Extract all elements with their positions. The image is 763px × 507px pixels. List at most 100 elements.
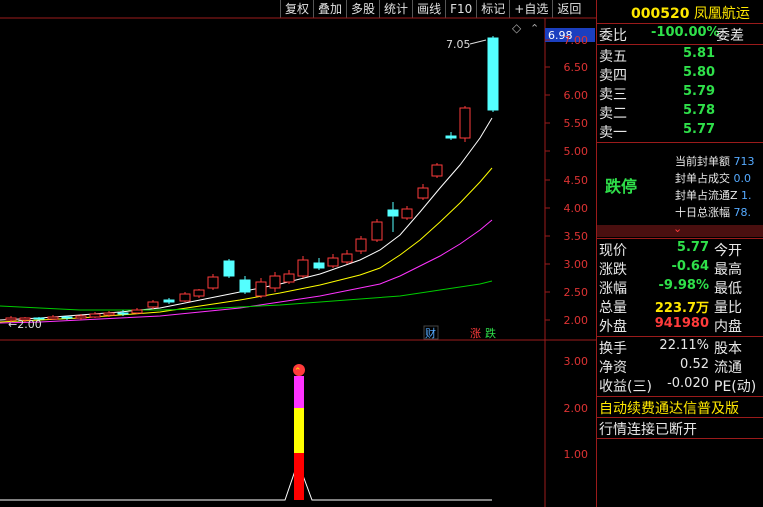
candle-body[interactable]: [283, 273, 295, 283]
notice-subscription[interactable]: 自动续费通达信普及版: [599, 398, 739, 418]
candle-body[interactable]: [313, 262, 325, 269]
candle-body[interactable]: [459, 107, 471, 139]
ask-label: 卖一: [599, 125, 627, 141]
ask-price: 5.81: [683, 46, 716, 61]
weibi-value: -100.00%: [651, 25, 720, 40]
candle-body[interactable]: [207, 276, 219, 289]
stat-label-right: 最高: [714, 262, 742, 278]
divider: [597, 238, 763, 239]
high-pointer: [469, 39, 487, 45]
stat-label: 现价: [599, 243, 627, 259]
limit-info-value: 78.: [733, 206, 752, 219]
candle-body[interactable]: [417, 187, 429, 199]
candle-body[interactable]: [131, 309, 143, 314]
candle-body[interactable]: [163, 299, 175, 303]
stat-label-right: 今开: [714, 243, 742, 259]
stat-row: 外盘: [599, 316, 627, 336]
price-tick-label: 2.00: [564, 314, 589, 327]
candle-body[interactable]: [355, 238, 367, 252]
stat-label-right: 内盘: [714, 319, 742, 335]
candle-body[interactable]: [193, 289, 205, 297]
fund-label-right: 股本: [714, 341, 742, 357]
fund-row: 净资: [599, 357, 627, 377]
limit-info-value: 1.: [741, 189, 752, 202]
stat-value: -9.98%: [658, 278, 710, 293]
limit-info-value: 0.0: [733, 172, 752, 185]
candle-body[interactable]: [371, 221, 383, 241]
fund-label: 净资: [599, 360, 627, 376]
price-tick-label: 3.50: [564, 230, 589, 243]
ask-label: 卖四: [599, 68, 627, 84]
limit-info-label: 封单占流通Z: [675, 189, 738, 202]
price-tick-label: 2.50: [564, 286, 589, 299]
rise-marker-text[interactable]: 涨: [470, 327, 481, 340]
divider: [597, 417, 763, 418]
stat-row: 涨跌: [599, 259, 627, 279]
candle-body[interactable]: [75, 315, 87, 319]
fund-value: -0.020: [667, 376, 709, 391]
candle-body[interactable]: [255, 281, 267, 297]
price-tick-label: 6.50: [564, 61, 589, 74]
limit-info-row: 封单占成交 0.0: [675, 170, 751, 186]
candle-body[interactable]: [387, 209, 399, 217]
fund-value: 22.11%: [659, 338, 709, 353]
chevron-up-icon[interactable]: ⌃: [530, 22, 539, 35]
limit-info-row: 封单占流通Z 1.: [675, 187, 752, 203]
chevron-down-icon[interactable]: ⌄: [673, 222, 682, 235]
indicator-bar-red: [294, 453, 304, 500]
candle-body[interactable]: [445, 135, 457, 139]
ma-line-magenta: [0, 219, 493, 324]
candle-body[interactable]: [269, 275, 281, 289]
divider: [597, 23, 763, 24]
stat-value: 941980: [654, 316, 709, 331]
fund-label-right: 流通: [714, 360, 742, 376]
ask-row: 卖四: [599, 65, 627, 85]
candle-body[interactable]: [61, 316, 73, 319]
candle-body[interactable]: [103, 312, 115, 316]
candlesticks: [5, 36, 499, 322]
candle-body[interactable]: [431, 164, 443, 177]
weibi-label: 委比: [599, 28, 627, 44]
diamond-icon[interactable]: ◇: [512, 21, 522, 35]
fund-row: 换手: [599, 338, 627, 358]
limit-info-row: 十日总涨幅 78.: [675, 204, 751, 220]
indicator-tick-label: 2.00: [564, 402, 589, 415]
kline-chart[interactable]: 6.98 ◇ ⌃ 7.006.506.005.505.004.504.003.5…: [0, 0, 596, 507]
candle-body[interactable]: [239, 279, 251, 293]
fall-marker-text[interactable]: 跌: [485, 326, 496, 340]
high-price-label: 7.05: [446, 38, 471, 51]
candle-body[interactable]: [341, 253, 353, 263]
low-price-label: ←2.00: [8, 318, 42, 331]
candle-body[interactable]: [117, 312, 129, 315]
candle-body[interactable]: [297, 259, 309, 277]
candle-body[interactable]: [47, 316, 59, 320]
candle-body[interactable]: [179, 293, 191, 302]
stat-row: 现价: [599, 240, 627, 260]
notice-connection: 行情连接已断开: [599, 422, 697, 438]
expand-bar[interactable]: ⌄: [597, 222, 763, 237]
fund-value: 0.52: [680, 357, 709, 372]
candle-body[interactable]: [89, 313, 101, 318]
fund-label-right: PE(动): [714, 379, 757, 395]
indicator-bar-magenta: [294, 376, 304, 408]
candle-body[interactable]: [147, 301, 159, 308]
ask-row: 卖三: [599, 84, 627, 104]
price-tick-label: 4.50: [564, 174, 589, 187]
stat-label: 涨跌: [599, 262, 627, 278]
stock-name: 凤凰航运: [693, 6, 750, 22]
ask-row: 卖二: [599, 103, 627, 123]
candle-body[interactable]: [401, 208, 413, 219]
ask-label: 卖五: [599, 49, 627, 65]
candle-body[interactable]: [487, 37, 499, 111]
stat-label: 外盘: [599, 319, 627, 335]
limit-info-label: 封单占成交: [675, 172, 730, 185]
indicator-tick-label: 3.00: [564, 355, 589, 368]
stat-row: 总量: [599, 297, 627, 317]
price-tick-label: 5.00: [564, 145, 589, 158]
ask-row: 卖一: [599, 122, 627, 142]
finance-marker-text: 财: [425, 326, 436, 340]
candle-body[interactable]: [327, 257, 339, 267]
ask-price: 5.78: [683, 103, 716, 118]
price-tick-label: 6.00: [564, 89, 589, 102]
candle-body[interactable]: [223, 260, 235, 277]
